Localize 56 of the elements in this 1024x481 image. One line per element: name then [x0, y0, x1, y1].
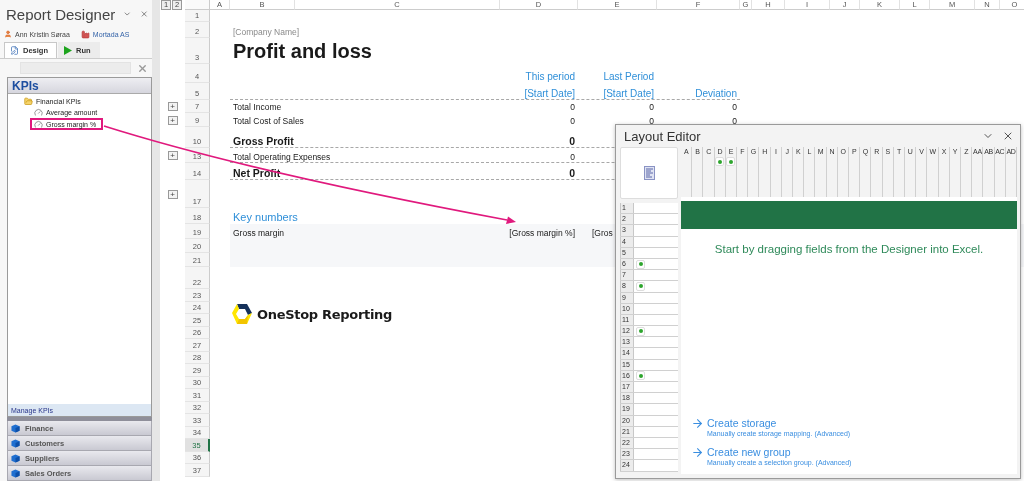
brand-name: OneStop Reporting	[257, 306, 393, 322]
expand-button[interactable]: +	[167, 102, 178, 111]
row-label: Gross Profit	[233, 135, 294, 147]
value-cell: 0	[570, 152, 575, 162]
edit-icon	[10, 46, 19, 55]
row-label: Total Cost of Sales	[233, 116, 304, 126]
row-label: Total Operating Expenses	[233, 152, 331, 162]
value-cell: 0	[732, 116, 737, 126]
panel-title: Report Designer	[6, 5, 116, 23]
report-title: Profit and loss	[233, 40, 372, 63]
folder-icon	[24, 96, 33, 106]
cube-icon	[11, 453, 20, 463]
column-heading: [Start Date]	[603, 88, 654, 99]
company-name: [Company Name]	[233, 27, 300, 37]
row-label: Net Profit	[233, 167, 281, 179]
cube-icon	[11, 423, 20, 433]
report-thumbnail[interactable]	[620, 147, 678, 199]
column-heading: Deviation	[695, 88, 737, 99]
cube-icon	[11, 468, 20, 478]
value-cell: 0	[570, 102, 575, 112]
row-label: Gross margin	[233, 228, 284, 238]
document-icon	[643, 166, 655, 180]
kpi-header: KPIs	[8, 78, 151, 94]
value-cell: 0	[569, 135, 575, 147]
value-cell: 0	[649, 102, 654, 112]
gauge-icon	[34, 107, 43, 117]
value-cell: 0	[732, 102, 737, 112]
expand-button[interactable]: +	[167, 115, 178, 125]
hint-text: Start by dragging fields from the Designer into Excel.	[713, 243, 985, 255]
close-icon[interactable]	[1002, 130, 1014, 142]
column-heading: [Start Date]	[524, 88, 575, 99]
logo-icon	[231, 303, 253, 325]
action-link[interactable]: Create new group	[707, 446, 852, 458]
sheet-corner[interactable]	[185, 0, 210, 10]
column-heading: Last Period	[603, 71, 654, 82]
arrow-icon	[691, 417, 704, 430]
column-heading: This period	[525, 71, 575, 82]
expand-button[interactable]: +	[167, 151, 178, 160]
cube-icon	[11, 438, 20, 448]
action-link[interactable]: Create storage	[707, 417, 851, 429]
section-heading: Key numbers	[233, 211, 298, 223]
arrow-icon	[691, 446, 704, 459]
user-icon	[4, 30, 12, 38]
expand-button[interactable]: +	[167, 189, 178, 199]
clear-icon[interactable]	[137, 62, 148, 74]
splitter-handle[interactable]	[7, 417, 152, 421]
gauge-icon	[34, 119, 43, 129]
value-cell: 0	[570, 116, 575, 126]
factory-icon	[80, 29, 90, 39]
value-cell: 0	[569, 167, 575, 179]
value-cell: [Gros	[592, 228, 613, 238]
row-label: Total Income	[233, 102, 282, 112]
play-icon	[64, 46, 72, 55]
window-title: Layout Editor	[624, 128, 702, 144]
value-cell: [Gross margin %]	[509, 228, 575, 238]
value-cell: 0	[649, 116, 654, 126]
